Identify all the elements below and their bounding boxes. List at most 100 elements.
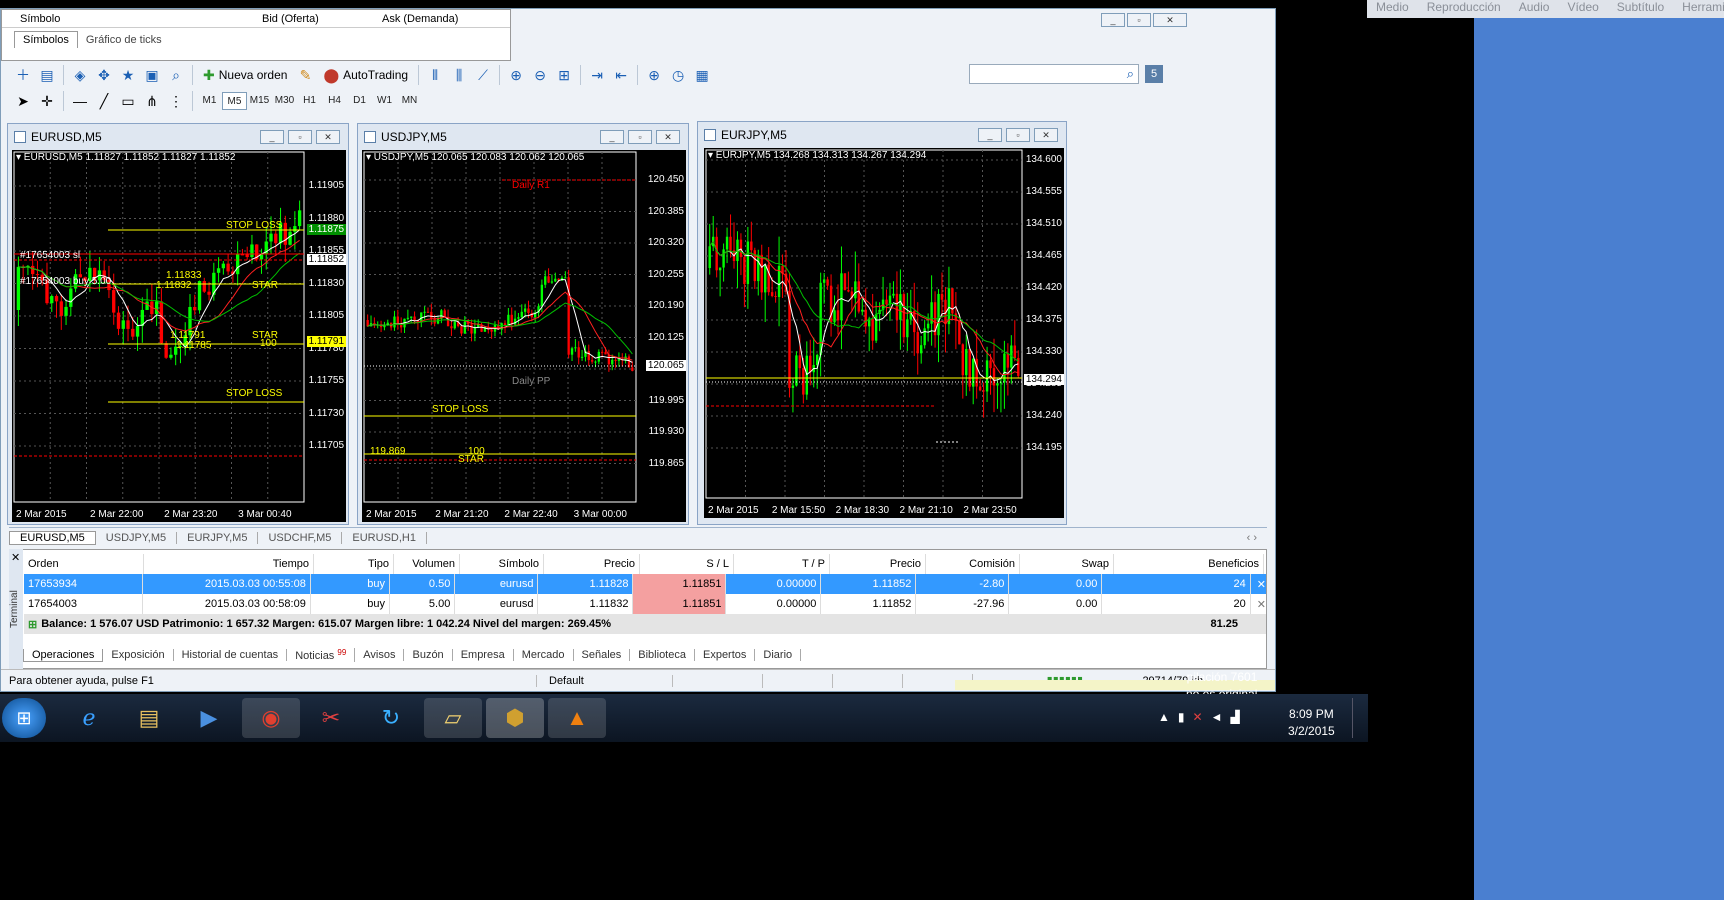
tf-m5[interactable]: M5 [222,92,247,110]
tab-ticks[interactable]: Gráfico de ticks [78,32,170,48]
network-icon[interactable]: ✕ [1193,710,1211,724]
chart-maximize-button[interactable]: ▫ [1006,128,1030,142]
header-cell-7[interactable]: T / P [734,554,830,574]
chart-close-button[interactable]: ✕ [1034,128,1058,142]
chart-tab-eurusd-m5[interactable]: EURUSD,M5 [9,530,96,545]
shapes-icon[interactable]: ⋔ [142,91,162,111]
header-cell-0[interactable]: Orden [24,554,144,574]
tab-avisos[interactable]: Avisos [355,649,405,661]
tab-noticias[interactable]: Noticias 99 [287,647,356,663]
header-cell-2[interactable]: Tipo [314,554,394,574]
new-order-button[interactable]: ✚ Nueva orden [197,64,293,86]
menu-subtitulo[interactable]: Subtítulo [1617,0,1664,14]
autotrading-button[interactable]: ⬤ AutoTrading [317,64,414,86]
community-badge[interactable]: 5 [1145,65,1163,83]
autoscroll-icon[interactable]: ⇥ [587,65,607,85]
header-cell-8[interactable]: Precio [830,554,926,574]
trendline-icon[interactable]: ╱ [94,91,114,111]
chart-minimize-button[interactable]: _ [978,128,1002,142]
chart-maximize-button[interactable]: ▫ [288,130,312,144]
terminal-icon[interactable]: ▣ [142,65,162,85]
bar-chart-icon[interactable]: ⫴ [425,65,445,85]
navigator-icon[interactable]: ✥ [94,65,114,85]
header-cell-6[interactable]: S / L [640,554,734,574]
tab-exposicion[interactable]: Exposición [103,649,174,661]
tf-mn[interactable]: MN [397,92,422,110]
table-row[interactable]: 17653934 2015.03.03 00:55:08 buy 0.50 eurusd… [12,574,1266,594]
chart-plot[interactable]: ▾ EURUSD,M5 1.11827 1.11852 1.11827 1.11… [12,150,346,522]
close-order-icon[interactable]: ✕ [1257,598,1266,611]
terminal-side-label[interactable]: Terminal [9,549,23,669]
start-button[interactable]: ⊞ [2,698,46,738]
taskbar-mt4[interactable]: ⬢ [486,698,544,738]
battery-icon[interactable]: ▮ [1178,710,1193,724]
chart-maximize-button[interactable]: ▫ [628,130,652,144]
terminal-close-icon[interactable]: ✕ [11,551,20,564]
tab-historial[interactable]: Historial de cuentas [174,649,288,661]
close-order-icon[interactable]: ✕ [1257,578,1266,591]
zoom-in-icon[interactable]: ⊕ [506,65,526,85]
clock[interactable]: 8:09 PM 3/2/2015 [1288,706,1335,740]
volume-icon[interactable]: ◄ [1211,710,1231,724]
tf-m15[interactable]: M15 [247,92,272,110]
taskbar-ie[interactable]: ℯ [60,698,118,738]
vline-icon[interactable]: — [70,91,90,111]
tab-empresa[interactable]: Empresa [453,649,514,661]
line-chart-icon[interactable]: ⟋ [473,65,493,85]
taskbar-mediaplayer[interactable]: ▶ [180,698,238,738]
header-cell-4[interactable]: Símbolo [460,554,544,574]
periods-icon[interactable]: ◷ [668,65,688,85]
close-button[interactable]: ✕ [1153,13,1187,27]
minimize-button[interactable]: _ [1101,13,1125,27]
chart-close-button[interactable]: ✕ [316,130,340,144]
candlestick-icon[interactable]: ⫼ [449,65,469,85]
chart-minimize-button[interactable]: _ [600,130,624,144]
menu-audio[interactable]: Audio [1519,0,1550,14]
market-watch-icon[interactable]: ◈ [70,65,90,85]
tf-h1[interactable]: H1 [297,92,322,110]
tray-arrow-icon[interactable]: ▲ [1158,710,1178,724]
tab-operaciones[interactable]: Operaciones [23,648,104,662]
header-cell-3[interactable]: Volumen [394,554,460,574]
taskbar-explorer[interactable]: ▤ [120,698,178,738]
chart-tab-eurjpy-m5[interactable]: EURJPY,M5 [177,531,259,544]
header-cell-5[interactable]: Precio [544,554,640,574]
taskbar-chrome[interactable]: ◉ [242,698,300,738]
status-profile[interactable]: Default [537,674,673,687]
chart-plot[interactable]: ▾ USDJPY,M5 120.065 120.083 120.062 120.… [362,150,686,522]
menu-medio[interactable]: Medio [1376,0,1409,14]
tab-symbols[interactable]: Símbolos [14,31,78,48]
header-cell-9[interactable]: Comisión [926,554,1020,574]
chart-shift-icon[interactable]: ⇤ [611,65,631,85]
system-tray[interactable]: ▲▮✕◄▟ [1158,710,1248,724]
col-ask[interactable]: Ask (Demanda) [382,13,492,25]
crosshair-icon[interactable]: ✛ [37,91,57,111]
chart-close-button[interactable]: ✕ [656,130,680,144]
header-cell-10[interactable]: Swap [1020,554,1114,574]
new-chart-icon[interactable]: ＋ [13,65,33,85]
indicators-icon[interactable]: ⊕ [644,65,664,85]
search-input[interactable]: ⌕ [969,64,1139,84]
tab-mercado[interactable]: Mercado [514,649,574,661]
col-bid[interactable]: Bid (Oferta) [262,13,382,25]
menu-video[interactable]: Vídeo [1567,0,1598,14]
metaeditor-icon[interactable]: ✎ [295,65,315,85]
fibonacci-icon[interactable]: ⋮ [166,91,186,111]
tf-w1[interactable]: W1 [372,92,397,110]
menu-reproduccion[interactable]: Reproducción [1427,0,1501,14]
header-cell-1[interactable]: Tiempo [144,554,314,574]
cursor-icon[interactable]: ➤ [13,91,33,111]
templates-icon[interactable]: ▦ [692,65,712,85]
menu-herramientas[interactable]: Herramientas [1682,0,1724,14]
tab-senales[interactable]: Señales [574,649,631,661]
tf-m30[interactable]: M30 [272,92,297,110]
tf-d1[interactable]: D1 [347,92,372,110]
search-icon[interactable]: ⌕ [1127,66,1134,82]
taskbar-folder[interactable]: ▱ [424,698,482,738]
show-desktop-button[interactable] [1352,698,1364,738]
tester-icon[interactable]: ⌕ [166,65,186,85]
tabs-scroll-icon[interactable]: ‹ › [1247,532,1257,544]
chart-tab-usdjpy-m5[interactable]: USDJPY,M5 [96,531,178,544]
tab-diario[interactable]: Diario [755,649,802,661]
chart-tab-usdchf-m5[interactable]: USDCHF,M5 [258,531,343,544]
